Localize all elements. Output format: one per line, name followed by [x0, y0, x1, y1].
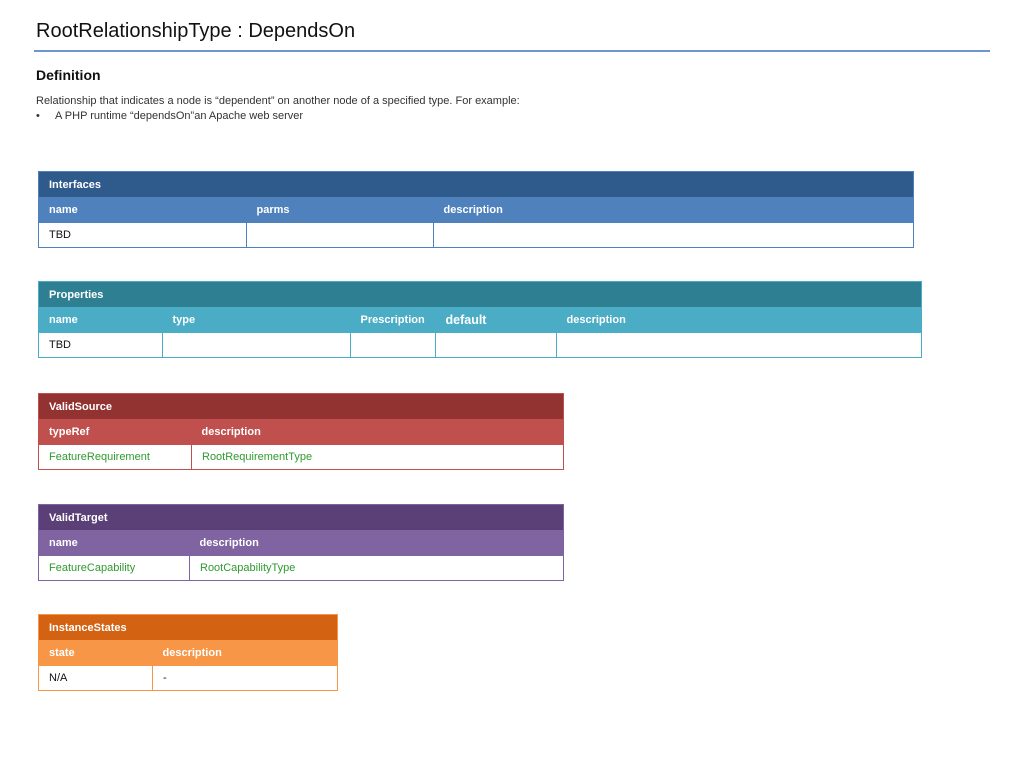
- definition-body: Relationship that indicates a node is “d…: [36, 94, 520, 124]
- properties-col-prescription: Prescription: [350, 307, 436, 333]
- definition-bullet-item: • A PHP runtime “dependsOn”an Apache web…: [36, 109, 520, 124]
- properties-cell-description: [556, 332, 922, 358]
- valid-source-col-typeref: typeRef: [38, 419, 192, 445]
- interfaces-col-description: description: [433, 197, 914, 223]
- valid-target-cell-description[interactable]: RootCapabilityType: [189, 555, 564, 581]
- properties-col-description: description: [556, 307, 922, 333]
- valid-target-caption: ValidTarget: [38, 504, 564, 530]
- properties-cell-type: [162, 332, 351, 358]
- instance-states-cell-description: -: [152, 665, 338, 691]
- properties-cell-name: TBD: [38, 332, 163, 358]
- interfaces-caption: Interfaces: [38, 171, 914, 197]
- definition-text: Relationship that indicates a node is “d…: [36, 95, 520, 107]
- valid-target-table: ValidTarget name description FeatureCapa…: [38, 504, 564, 581]
- valid-target-cell-name[interactable]: FeatureCapability: [38, 555, 190, 581]
- instance-states-caption: InstanceStates: [38, 614, 338, 640]
- interfaces-col-parms: parms: [246, 197, 434, 223]
- properties-cell-default: [435, 332, 557, 358]
- interfaces-cell-parms: [246, 222, 434, 248]
- valid-source-caption: ValidSource: [38, 393, 564, 419]
- table-row: N/A -: [38, 665, 338, 691]
- instance-states-col-description: description: [152, 640, 338, 666]
- definition-heading: Definition: [36, 67, 101, 83]
- interfaces-cell-description: [433, 222, 914, 248]
- interfaces-col-name: name: [38, 197, 247, 223]
- bullet-marker: •: [36, 110, 40, 122]
- page-title: RootRelationshipType : DependsOn: [36, 20, 356, 42]
- properties-col-name: name: [38, 307, 163, 333]
- instance-states-col-state: state: [38, 640, 153, 666]
- table-row: FeatureRequirement RootRequirementType: [38, 444, 564, 470]
- definition-bullet-text: A PHP runtime “dependsOn”an Apache web s…: [55, 110, 304, 122]
- valid-source-col-description: description: [191, 419, 564, 445]
- table-row: TBD: [38, 222, 914, 248]
- properties-col-default: default: [435, 307, 557, 333]
- valid-source-cell-description[interactable]: RootRequirementType: [191, 444, 564, 470]
- valid-target-col-description: description: [189, 530, 564, 556]
- properties-cell-prescription: [350, 332, 436, 358]
- instance-states-table: InstanceStates state description N/A -: [38, 614, 338, 691]
- valid-target-col-name: name: [38, 530, 190, 556]
- interfaces-table: Interfaces name parms description TBD: [38, 171, 914, 248]
- properties-col-type: type: [162, 307, 351, 333]
- interfaces-cell-name: TBD: [38, 222, 247, 248]
- properties-table: Properties name type Prescription defaul…: [38, 281, 922, 358]
- table-row: FeatureCapability RootCapabilityType: [38, 555, 564, 581]
- title-divider: [34, 50, 990, 52]
- instance-states-cell-state: N/A: [38, 665, 153, 691]
- table-row: TBD: [38, 332, 922, 358]
- valid-source-table: ValidSource typeRef description FeatureR…: [38, 393, 564, 470]
- properties-caption: Properties: [38, 281, 922, 307]
- valid-source-cell-typeref[interactable]: FeatureRequirement: [38, 444, 192, 470]
